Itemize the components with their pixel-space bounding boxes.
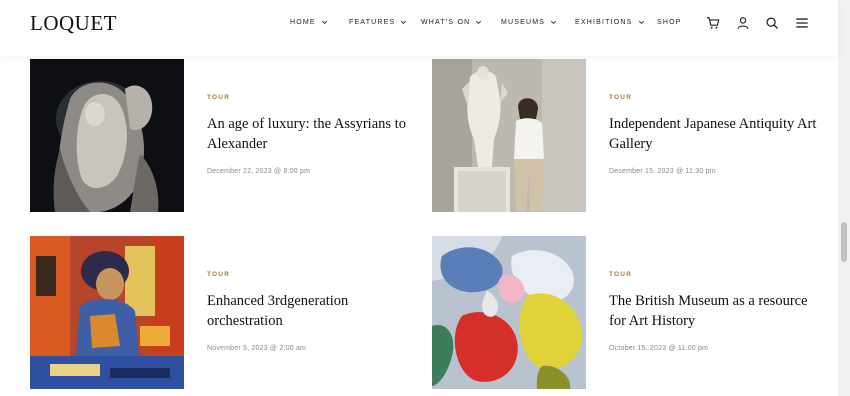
chevron-down-icon [476,20,482,24]
post-date: December 15, 2023 @ 11:30 pm [609,168,716,175]
search-icon[interactable] [765,16,779,30]
post-card: TOUR The British Museum as a resource fo… [432,236,812,390]
post-title[interactable]: An age of luxury: the Assyrians to Alexa… [207,114,417,154]
nav-museums[interactable]: MUSEUMS [501,19,557,26]
nav-museums-label: MUSEUMS [501,19,546,26]
nav-home-label: HOME [290,19,316,26]
paint-palette-image[interactable] [432,236,586,389]
nav-whats-on-label: WHAT'S ON [421,19,471,26]
site-header: LOQUET HOME FEATURES WHAT'S ON MUSEUMS E… [0,0,838,56]
post-title[interactable]: Enhanced 3rdgeneration orchestration [207,291,417,331]
post-tag[interactable]: TOUR [609,94,632,101]
post-card: TOUR Enhanced 3rdgeneration orchestratio… [30,236,410,390]
expressionist-portrait-painting-image[interactable] [30,236,184,389]
chevron-down-icon [638,20,644,24]
chevron-down-icon [551,20,557,24]
nav-shop[interactable]: SHOP [657,19,682,26]
scrollbar-thumb[interactable] [841,222,847,262]
nav-shop-label: SHOP [657,19,682,26]
menu-icon[interactable] [795,16,809,30]
post-tag[interactable]: TOUR [207,94,230,101]
post-tag[interactable]: TOUR [609,271,632,278]
cart-icon[interactable] [706,16,720,30]
torso-statue-visitor-image[interactable] [432,59,586,212]
post-title[interactable]: The British Museum as a resource for Art… [609,291,819,331]
site-logo[interactable]: LOQUET [30,11,117,36]
nav-features[interactable]: FEATURES [349,19,407,26]
post-date: November 5, 2023 @ 2:00 am [207,345,307,352]
nav-features-label: FEATURES [349,19,396,26]
user-icon[interactable] [736,16,750,30]
chevron-down-icon [321,20,327,24]
chevron-down-icon [401,20,407,24]
post-date: December 22, 2023 @ 8:00 pm [207,168,311,175]
page-scrollbar[interactable] [838,0,850,396]
nav-exhibitions[interactable]: EXHIBITIONS [575,19,645,26]
nav-whats-on[interactable]: WHAT'S ON [421,19,482,26]
marble-sculpture-image[interactable] [30,59,184,212]
post-title[interactable]: Independent Japanese Antiquity Art Galle… [609,114,819,154]
post-card: TOUR Independent Japanese Antiquity Art … [432,59,816,213]
nav-home[interactable]: HOME [290,19,328,26]
nav-exhibitions-label: EXHIBITIONS [575,19,633,26]
post-date: October 15, 2023 @ 11:00 pm [609,345,709,352]
post-card: TOUR An age of luxury: the Assyrians to … [30,59,410,213]
post-tag[interactable]: TOUR [207,271,230,278]
